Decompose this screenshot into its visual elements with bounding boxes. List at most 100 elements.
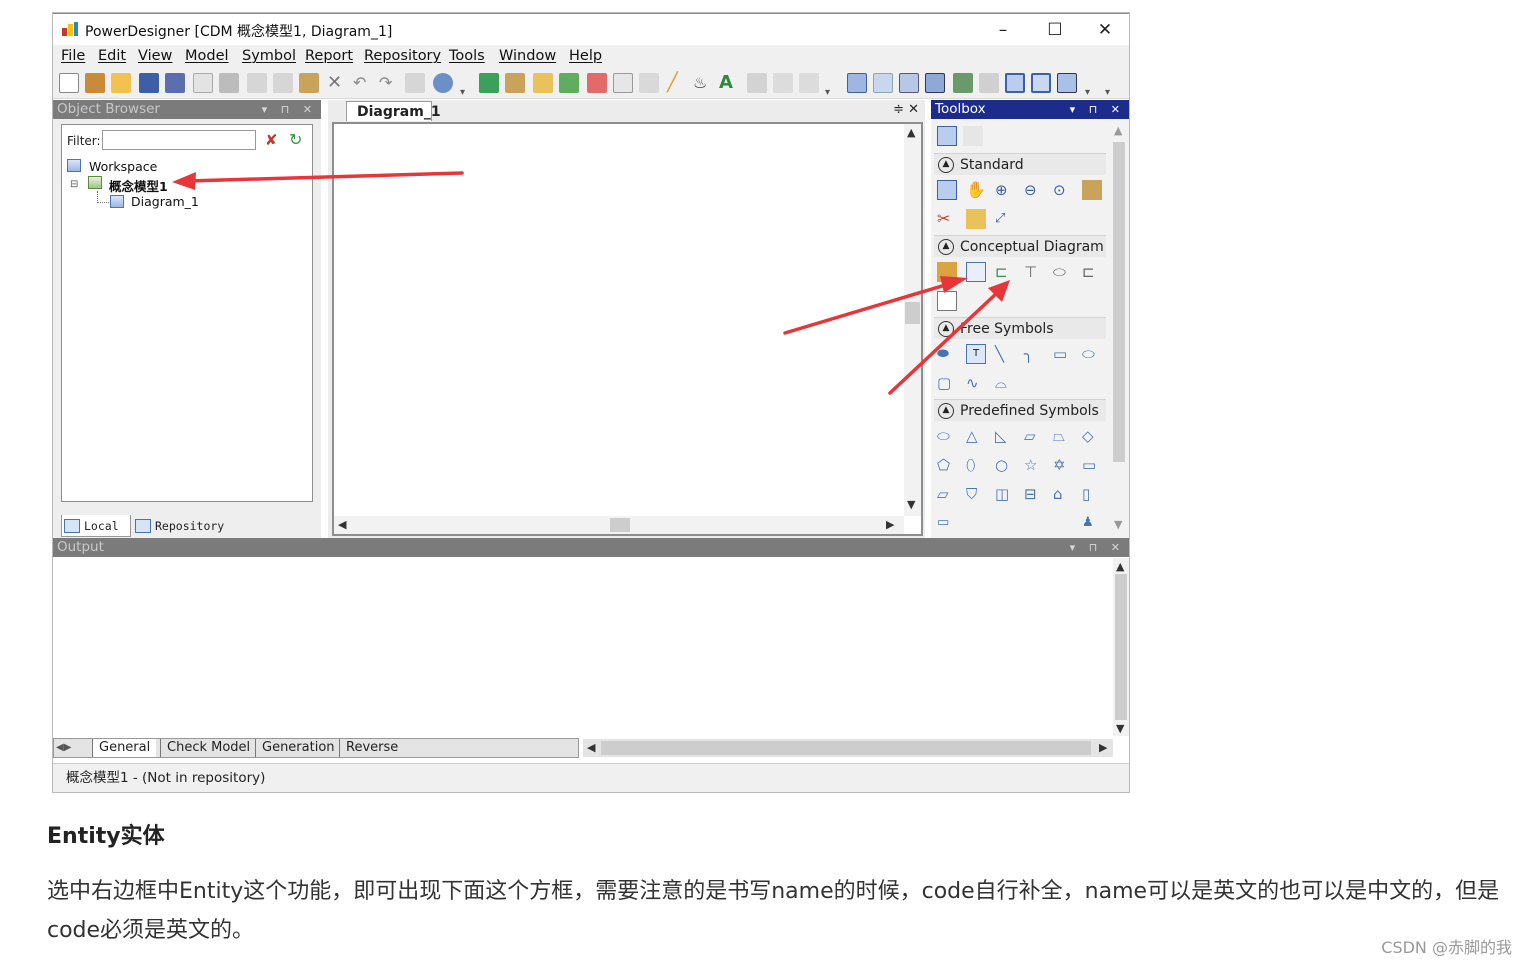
output-horizontal-scrollbar[interactable]: ◀ ▶ <box>583 739 1113 757</box>
entity-tool-icon[interactable] <box>966 262 986 282</box>
save-all-icon[interactable] <box>165 73 185 93</box>
save-icon[interactable] <box>139 73 159 93</box>
zoom-in-icon[interactable]: ⊕ <box>995 180 1015 200</box>
close-button[interactable]: ✕ <box>1085 18 1125 42</box>
line-tool-icon[interactable]: ╲ <box>995 344 1015 364</box>
menu-symbol[interactable]: Symbol <box>242 48 296 64</box>
tab-general[interactable]: General <box>92 739 157 757</box>
ellipse-tool-icon[interactable]: ⬭ <box>1082 344 1102 364</box>
diagram-panel-controls[interactable]: ≑ ✕ <box>893 102 919 117</box>
open-folder-icon[interactable] <box>111 73 131 93</box>
rounded-rectangle-tool-icon[interactable]: ▢ <box>937 373 957 393</box>
menu-model[interactable]: Model <box>185 48 229 64</box>
parallelogram-shape-icon[interactable]: ▱ <box>1024 426 1044 446</box>
circle-shape-icon[interactable]: ○ <box>995 455 1015 475</box>
polygon-tool-icon[interactable]: ⌓ <box>995 373 1015 393</box>
package-tool-icon[interactable] <box>937 262 957 282</box>
tree-item-workspace[interactable]: Workspace <box>89 159 157 174</box>
section-free-symbols[interactable]: ▲ Free Symbols <box>934 317 1106 339</box>
new-project-icon[interactable] <box>85 73 105 93</box>
maximize-button[interactable]: ☐ <box>1035 18 1075 42</box>
folded-shape-icon[interactable]: ▱ <box>937 484 957 504</box>
window-shape-icon[interactable]: ⊟ <box>1024 484 1044 504</box>
tree-item-model[interactable]: 概念模型1 <box>109 176 168 195</box>
redo-icon[interactable]: ↷ <box>379 73 399 93</box>
open-package-icon[interactable]: ⊙ <box>1053 180 1073 200</box>
shape-icon[interactable] <box>613 73 633 93</box>
properties-tool-icon[interactable] <box>1082 180 1102 200</box>
grid-icon[interactable] <box>639 73 659 93</box>
refresh-filter-icon[interactable]: ↻ <box>289 130 302 149</box>
tab-diagram[interactable]: Diagram_1 <box>346 101 441 121</box>
print-preview-icon[interactable] <box>193 73 213 93</box>
panel-controls[interactable]: ▾ ⊓ ✕ <box>262 100 317 119</box>
check-model-icon[interactable] <box>479 73 499 93</box>
shield-shape-icon[interactable]: ⛉ <box>966 484 986 504</box>
file-tool-icon[interactable] <box>937 291 957 311</box>
brush-icon[interactable]: ♨ <box>693 73 713 93</box>
tree-item-diagram[interactable]: Diagram_1 <box>131 194 199 209</box>
star-shape-icon[interactable]: ☆ <box>1024 455 1044 475</box>
trapezoid-shape-icon[interactable]: ⏢ <box>1053 426 1073 446</box>
zoom-out-icon[interactable]: ⊖ <box>1024 180 1044 200</box>
collapse-icon[interactable]: ⊟ <box>70 179 78 190</box>
copy-icon[interactable] <box>273 73 293 93</box>
tab-repository[interactable]: Repository <box>133 515 233 537</box>
report-icon[interactable] <box>587 73 607 93</box>
output-panel-controls[interactable]: ▾ ⊓ ✕ <box>1070 538 1125 557</box>
section-predefined-symbols[interactable]: ▲ Predefined Symbols <box>934 399 1106 421</box>
toggle-toolbox-icon[interactable] <box>1057 73 1077 93</box>
toolbox-panel-controls[interactable]: ▾ ⊓ ✕ <box>1070 100 1125 119</box>
tab-check-model[interactable]: Check Model <box>160 739 256 757</box>
minimize-button[interactable]: – <box>983 18 1023 42</box>
tab-local[interactable]: Local <box>61 515 131 537</box>
reverse-icon[interactable] <box>533 73 553 93</box>
box-shape-icon[interactable]: ▭ <box>937 513 957 527</box>
rectangle-tool-icon[interactable]: ▭ <box>1053 344 1073 364</box>
layout-icon-5[interactable] <box>953 73 973 93</box>
document-shape-icon[interactable]: ▯ <box>1082 484 1102 504</box>
association-link-tool-icon[interactable]: ⊏ <box>1082 262 1102 282</box>
actor-shape-icon[interactable]: ♟ <box>1082 513 1102 527</box>
capsule-shape-icon[interactable]: ⬭ <box>937 426 957 446</box>
undo-icon[interactable]: ↶ <box>353 73 373 93</box>
six-point-star-shape-icon[interactable]: ✡ <box>1053 455 1073 475</box>
inheritance-tool-icon[interactable]: ⊤ <box>1024 262 1044 282</box>
tab-reverse[interactable]: Reverse <box>339 739 404 757</box>
layout-icon-6[interactable] <box>979 73 999 93</box>
arc-tool-icon[interactable]: ╮ <box>1024 344 1044 364</box>
browse-icon[interactable] <box>433 73 453 93</box>
cut-icon[interactable] <box>247 73 267 93</box>
tab-scroll-left-icon[interactable]: ◀▶ <box>56 739 71 757</box>
toolbox-scrollbar[interactable]: ▲ ▼ <box>1111 122 1127 538</box>
pen-icon[interactable]: ╱ <box>667 73 687 93</box>
toggle-browser-icon[interactable] <box>1005 73 1025 93</box>
menu-tools[interactable]: Tools <box>449 48 485 64</box>
pentagon-shape-icon[interactable]: ⬠ <box>937 455 957 475</box>
print-icon[interactable] <box>219 73 239 93</box>
filter-input[interactable] <box>102 130 256 150</box>
delete-icon[interactable]: ✕ <box>327 73 347 93</box>
card-shape-icon[interactable]: ▭ <box>1082 455 1102 475</box>
toggle-output-icon[interactable] <box>1031 73 1051 93</box>
association-tool-icon[interactable]: ⬭ <box>1053 262 1073 282</box>
section-standard[interactable]: ▲ Standard <box>934 153 1106 175</box>
delete-tool-icon[interactable]: ✂ <box>937 209 957 229</box>
menu-edit[interactable]: Edit <box>98 48 126 64</box>
menu-repository[interactable]: Repository <box>364 48 441 64</box>
diagram-horizontal-scrollbar[interactable]: ◀ ▶ <box>334 516 904 534</box>
layout-icon-2[interactable] <box>873 73 893 93</box>
large-icons-view-icon[interactable] <box>937 126 957 146</box>
menu-file[interactable]: File <box>61 48 85 64</box>
refresh-icon[interactable] <box>559 73 579 93</box>
diamond-shape-icon[interactable]: ◇ <box>1082 426 1102 446</box>
pointer-tool-icon[interactable] <box>937 180 957 200</box>
layout-icon-3[interactable] <box>899 73 919 93</box>
link-tool-icon[interactable]: ⤢ <box>995 209 1015 229</box>
menu-view[interactable]: View <box>138 48 172 64</box>
diagram-vertical-scrollbar[interactable]: ▲ ▼ <box>904 124 921 516</box>
relationship-tool-icon[interactable]: ⊏ <box>995 262 1015 282</box>
forward-icon[interactable] <box>799 73 819 93</box>
clear-filter-icon[interactable]: ✘ <box>265 131 278 149</box>
paste-icon[interactable] <box>299 73 319 93</box>
